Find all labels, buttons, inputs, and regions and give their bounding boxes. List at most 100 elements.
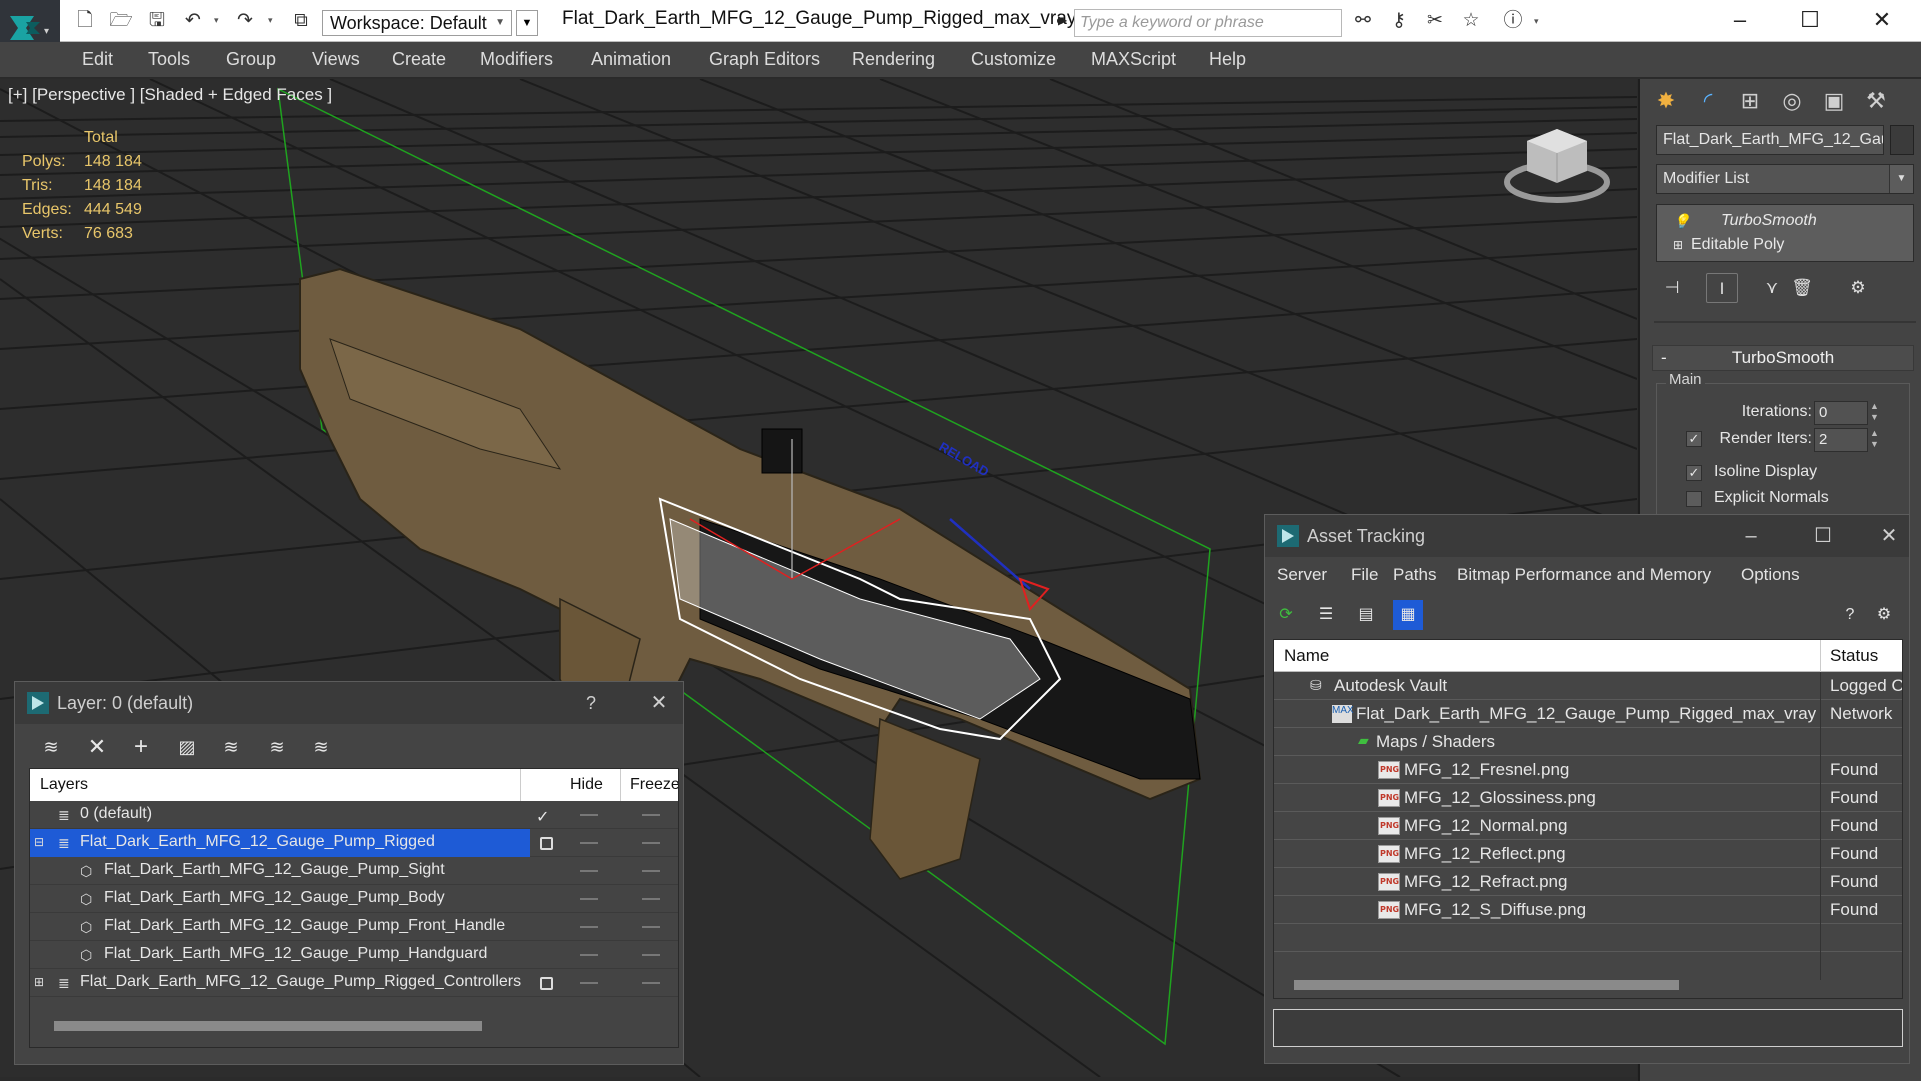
- help-icon[interactable]: ?: [1835, 600, 1865, 630]
- horizontal-scrollbar[interactable]: [54, 1019, 654, 1033]
- iterations-field[interactable]: 0: [1814, 401, 1868, 425]
- new-file-icon[interactable]: 🗋: [72, 9, 98, 33]
- column-name[interactable]: Name: [1284, 646, 1329, 666]
- horizontal-scrollbar[interactable]: [1294, 978, 1884, 992]
- hide-toggle[interactable]: [580, 898, 598, 900]
- menu-rendering[interactable]: Rendering: [852, 49, 935, 70]
- collapse-icon[interactable]: ⊟: [34, 835, 44, 849]
- freeze-toggle[interactable]: [642, 814, 660, 816]
- table-row[interactable]: ⛁ Autodesk Vault Logged Out: [1274, 672, 1902, 700]
- freeze-toggle[interactable]: [642, 842, 660, 844]
- table-row[interactable]: MFG_12_Fresnel.png Found: [1274, 756, 1902, 784]
- help-icon[interactable]: ⓘ: [1500, 9, 1526, 33]
- key-icon[interactable]: ⚷: [1386, 9, 1412, 33]
- layer-row[interactable]: ⊞ ≣ Flat_Dark_Earth_MFG_12_Gauge_Pump_Ri…: [30, 969, 678, 997]
- modify-tab-icon[interactable]: ◜: [1688, 83, 1728, 119]
- display-tab-icon[interactable]: ▣: [1814, 83, 1854, 119]
- exchange-icon[interactable]: ✂: [1422, 9, 1448, 33]
- viewcube[interactable]: [1504, 129, 1610, 203]
- isoline-display-checkbox[interactable]: ✓: [1686, 465, 1702, 481]
- menu-customize[interactable]: Customize: [971, 49, 1056, 70]
- table-row[interactable]: MFG_12_Refract.png Found: [1274, 868, 1902, 896]
- maximize-button[interactable]: ☐: [1803, 521, 1843, 551]
- refresh-icon[interactable]: ⟳: [1271, 600, 1301, 630]
- hierarchy-tab-icon[interactable]: ⊞: [1730, 83, 1770, 119]
- menu-graph-editors[interactable]: Graph Editors: [709, 49, 820, 70]
- viewport-label[interactable]: [+] [Perspective ] [Shaded + Edged Faces…: [8, 85, 332, 105]
- current-layer-box[interactable]: [540, 977, 553, 990]
- layer-row[interactable]: ⬡ Flat_Dark_Earth_MFG_12_Gauge_Pump_Sigh…: [30, 857, 678, 885]
- explicit-normals-checkbox[interactable]: [1686, 491, 1702, 507]
- motion-tab-icon[interactable]: ◎: [1772, 83, 1812, 119]
- expand-icon[interactable]: ⊞: [1673, 233, 1683, 257]
- table-row[interactable]: MFG_12_Reflect.png Found: [1274, 840, 1902, 868]
- table-row[interactable]: MFG_12_S_Diffuse.png Found: [1274, 896, 1902, 924]
- render-iters-field[interactable]: 2: [1814, 428, 1868, 452]
- settings-icon[interactable]: ⚙: [1869, 600, 1899, 630]
- layer-row[interactable]: ≣ 0 (default) ✓: [30, 801, 678, 829]
- close-button[interactable]: ✕: [1864, 5, 1900, 35]
- spinner-arrows-icon[interactable]: ▲ ▼: [1870, 401, 1879, 423]
- table-row[interactable]: MAX Flat_Dark_Earth_MFG_12_Gauge_Pump_Ri…: [1274, 700, 1902, 728]
- lightbulb-icon[interactable]: 💡: [1673, 209, 1690, 233]
- spinner-arrows-icon[interactable]: ▲ ▼: [1870, 428, 1879, 450]
- highlight-selected-icon[interactable]: ≋: [215, 732, 247, 762]
- table-row[interactable]: MFG_12_Normal.png Found: [1274, 812, 1902, 840]
- column-layers[interactable]: Layers: [40, 776, 88, 794]
- hide-toggle[interactable]: [580, 870, 598, 872]
- layer-row[interactable]: ⬡ Flat_Dark_Earth_MFG_12_Gauge_Pump_Body: [30, 885, 678, 913]
- close-button[interactable]: ✕: [1869, 521, 1909, 551]
- make-unique-icon[interactable]: ⋎: [1756, 273, 1788, 303]
- layer-titlebar[interactable]: Layer: 0 (default) ? ✕: [15, 682, 683, 724]
- menu-modifiers[interactable]: Modifiers: [480, 49, 553, 70]
- redo-dropdown-icon[interactable]: ▾: [268, 13, 278, 27]
- hide-toggle[interactable]: [580, 926, 598, 928]
- layer-row[interactable]: ⬡ Flat_Dark_Earth_MFG_12_Gauge_Pump_Hand…: [30, 941, 678, 969]
- freeze-toggle[interactable]: [642, 870, 660, 872]
- hide-toggle[interactable]: [580, 982, 598, 984]
- help-button[interactable]: ?: [571, 688, 611, 718]
- search-input[interactable]: Type a keyword or phrase: [1074, 9, 1342, 37]
- thumbnail-view-icon[interactable]: ▤: [1351, 600, 1381, 630]
- minimize-button[interactable]: –: [1731, 521, 1771, 551]
- show-end-result-icon[interactable]: I: [1706, 273, 1738, 303]
- workspace-dropdown[interactable]: Workspace: Default ▼: [322, 10, 512, 36]
- freeze-toggle[interactable]: [642, 982, 660, 984]
- menu-help[interactable]: Help: [1209, 49, 1246, 70]
- star-icon[interactable]: ☆: [1458, 9, 1484, 33]
- menu-tools[interactable]: Tools: [148, 49, 190, 70]
- redo-icon[interactable]: ↷: [232, 9, 258, 33]
- column-status[interactable]: Status: [1830, 646, 1878, 666]
- minimize-button[interactable]: –: [1722, 5, 1758, 35]
- scrollbar-thumb[interactable]: [54, 1021, 482, 1031]
- stack-item-turbosmooth[interactable]: 💡 TurboSmooth: [1657, 209, 1913, 233]
- scrollbar-thumb[interactable]: [1294, 980, 1679, 990]
- utilities-tab-icon[interactable]: ⚒: [1856, 83, 1896, 119]
- menu-group[interactable]: Group: [226, 49, 276, 70]
- workspace-menu-button[interactable]: ▼: [516, 10, 538, 36]
- remove-modifier-icon[interactable]: 🗑: [1786, 273, 1818, 303]
- object-name-field[interactable]: Flat_Dark_Earth_MFG_12_Gauge_Pump_Rigged: [1656, 125, 1884, 155]
- asset-tracking-titlebar[interactable]: Asset Tracking – ☐ ✕: [1265, 515, 1909, 557]
- stack-item-editable-poly[interactable]: ⊞ Editable Poly: [1657, 233, 1913, 257]
- table-row[interactable]: ▰ Maps / Shaders: [1274, 728, 1902, 756]
- menu-paths[interactable]: Paths: [1393, 565, 1436, 585]
- menu-maxscript[interactable]: MAXScript: [1091, 49, 1176, 70]
- layer-row[interactable]: ⬡ Flat_Dark_Earth_MFG_12_Gauge_Pump_Fron…: [30, 913, 678, 941]
- freeze-all-icon[interactable]: ≋: [305, 732, 337, 762]
- hide-toggle[interactable]: [580, 954, 598, 956]
- open-file-icon[interactable]: 🗁: [108, 9, 134, 33]
- delete-layer-icon[interactable]: ✕: [81, 732, 113, 762]
- freeze-toggle[interactable]: [642, 954, 660, 956]
- layer-row-selected[interactable]: ⊟ ≣ Flat_Dark_Earth_MFG_12_Gauge_Pump_Ri…: [30, 829, 678, 857]
- expand-icon[interactable]: ⊞: [34, 975, 44, 989]
- menu-create[interactable]: Create: [392, 49, 446, 70]
- table-row[interactable]: MFG_12_Glossiness.png Found: [1274, 784, 1902, 812]
- pin-stack-icon[interactable]: ⊣: [1656, 273, 1688, 303]
- help-dropdown-icon[interactable]: ▾: [1534, 14, 1544, 28]
- new-layer-icon[interactable]: ≋: [35, 732, 67, 762]
- undo-icon[interactable]: ↶: [180, 9, 206, 33]
- binoculars-icon[interactable]: ⚯: [1350, 9, 1376, 33]
- menu-edit[interactable]: Edit: [82, 49, 113, 70]
- hide-toggle[interactable]: [580, 814, 598, 816]
